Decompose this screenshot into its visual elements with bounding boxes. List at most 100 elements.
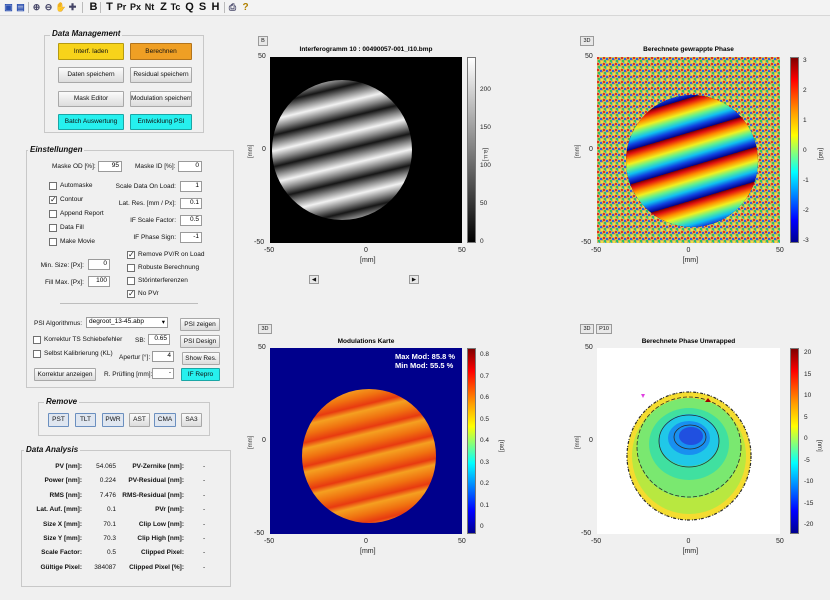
- analysis-right-label: RMS-Residual [nm]:: [122, 491, 184, 499]
- r-pruefling-input[interactable]: -: [152, 368, 174, 379]
- x-tick-label: 0: [686, 538, 691, 545]
- remove-pvr-checkbox[interactable]: ✓: [127, 251, 135, 259]
- mask-editor-button[interactable]: Mask Editor: [58, 91, 124, 107]
- save-modulation-button[interactable]: Modulation speichern: [130, 91, 192, 107]
- next-arrow-icon[interactable]: ▶: [409, 275, 419, 284]
- y-tick-label: -50: [254, 239, 265, 246]
- apertur-input[interactable]: 4: [152, 351, 174, 362]
- psi-algo-value: degroot_13-45.abp: [89, 318, 144, 325]
- psi-design-button[interactable]: PSI Design: [180, 335, 220, 348]
- toolbar-h-button[interactable]: H: [210, 1, 221, 14]
- korrektur-ts-checkbox[interactable]: [33, 336, 41, 344]
- self-calibration-checkbox[interactable]: [33, 350, 41, 358]
- show-correction-button[interactable]: Korrektur anzeigen: [34, 368, 96, 381]
- zoom-out-icon[interactable]: ⊖: [43, 1, 54, 14]
- plot4-3d-button[interactable]: 3D: [580, 324, 594, 334]
- contour-checkbox[interactable]: ✓: [49, 196, 57, 204]
- save-residual-button[interactable]: Residual speichern: [130, 67, 192, 83]
- y-tick-label: -50: [254, 530, 265, 537]
- x-tick-label: 50: [776, 247, 784, 254]
- data-management-title: Data Management: [50, 29, 123, 38]
- remove-ast-button[interactable]: AST: [129, 413, 150, 427]
- remove-cma-button[interactable]: CMA: [154, 413, 176, 427]
- if-phase-input[interactable]: -1: [180, 232, 202, 243]
- toolbar-z-button[interactable]: Z: [158, 1, 169, 14]
- plot2-3d-button[interactable]: 3D: [580, 36, 594, 46]
- apertur-label: Apertur [°]:: [119, 354, 151, 361]
- y-tick-label: 50: [258, 344, 266, 351]
- plot4-p10-button[interactable]: P10: [596, 324, 612, 334]
- sb-label: SB:: [135, 337, 146, 344]
- zoom-in-icon[interactable]: ⊕: [31, 1, 42, 14]
- make-movie-label: Make Movie: [60, 238, 96, 245]
- min-size-input[interactable]: 0: [88, 259, 110, 270]
- remove-sa3-button[interactable]: SA3: [181, 413, 202, 427]
- make-movie-checkbox[interactable]: [49, 238, 57, 246]
- psi-show-button[interactable]: PSI zeigen: [180, 318, 220, 331]
- analysis-right-label: Clipped Pixel [%]:: [129, 563, 184, 571]
- psi-algo-select[interactable]: degroot_13-45.abp ▾: [86, 317, 168, 328]
- x-tick-label: 0: [686, 247, 691, 254]
- analysis-right-value: -: [203, 520, 206, 528]
- toolbar-q-button[interactable]: Q: [184, 1, 195, 14]
- load-interferogram-button[interactable]: Interf. laden: [58, 43, 124, 60]
- mask-id-input[interactable]: 0: [178, 161, 202, 172]
- colorbar-tick-label: -2: [803, 207, 809, 214]
- x-tick-label: -50: [264, 247, 275, 254]
- no-pvr-label: No PVr: [138, 290, 159, 297]
- save-data-button[interactable]: Daten speichern: [58, 67, 124, 83]
- plot4-title: Berechnete Phase Unwrapped: [641, 338, 736, 345]
- colorbar-tick-label: 10: [804, 392, 812, 399]
- plot1-tag-button[interactable]: B: [258, 36, 268, 46]
- robust-checkbox[interactable]: [127, 264, 135, 272]
- calculate-button[interactable]: Berechnen: [130, 43, 192, 60]
- analysis-left-value: 70.1: [103, 520, 116, 528]
- open-icon[interactable]: ▣: [3, 1, 14, 14]
- toolbar-b-button[interactable]: B: [88, 1, 99, 14]
- remove-pst-button[interactable]: PST: [48, 413, 69, 427]
- batch-evaluation-button[interactable]: Batch Auswertung: [58, 114, 124, 130]
- append-report-checkbox[interactable]: [49, 210, 57, 218]
- y-tick-label: 0: [262, 146, 266, 153]
- scale-on-load-input[interactable]: 1: [180, 181, 202, 192]
- show-res-button[interactable]: Show Res.: [182, 352, 220, 365]
- data-fill-checkbox[interactable]: [49, 224, 57, 232]
- if-scale-input[interactable]: 0.5: [180, 215, 202, 226]
- analysis-left-label: Size X [mm]:: [42, 520, 82, 528]
- toolbar-pr-button[interactable]: Pr: [116, 1, 127, 14]
- pan-icon[interactable]: ✋: [55, 1, 66, 14]
- toolbar-s-button[interactable]: S: [197, 1, 208, 14]
- colorbar-tick-label: 0.1: [480, 501, 490, 509]
- save-icon[interactable]: ▤: [15, 1, 26, 14]
- y-tick-label: 0: [589, 146, 593, 153]
- remove-pwr-button[interactable]: PWR: [102, 413, 124, 427]
- analysis-left-value: 0.5: [106, 549, 116, 557]
- help-button[interactable]: ?: [240, 1, 251, 14]
- no-pvr-checkbox[interactable]: ✓: [127, 290, 135, 298]
- sb-input[interactable]: 0.65: [148, 334, 170, 345]
- psi-development-button[interactable]: Entwicklung PSI: [130, 114, 192, 130]
- screenshot-icon[interactable]: ⎙: [227, 1, 238, 14]
- toolbar-tc-button[interactable]: Tc: [170, 1, 181, 14]
- remove-tlt-button[interactable]: TLT: [75, 413, 96, 427]
- plot3-3d-button[interactable]: 3D: [258, 324, 272, 334]
- data-cursor-icon[interactable]: ✚: [67, 1, 78, 14]
- chevron-down-icon: ▾: [161, 319, 165, 326]
- y-tick-label: -50: [581, 530, 592, 537]
- lat-res-input[interactable]: 0.1: [180, 198, 202, 209]
- if-phase-label: IF Phase Sign:: [133, 234, 176, 241]
- toolbar-t-button[interactable]: T: [104, 1, 115, 14]
- y-axis-label: [mm]: [248, 144, 254, 158]
- plot4-colorbar: [790, 348, 799, 534]
- mask-od-input[interactable]: 95: [98, 161, 122, 172]
- toolbar-nt-button[interactable]: Nt: [144, 1, 155, 14]
- mask-od-label: Maske OD [%]:: [52, 163, 96, 170]
- plot3-axes: Max Mod: 85.8 % Min Mod: 55.5 %: [270, 348, 462, 534]
- fill-max-input[interactable]: 100: [88, 276, 110, 287]
- previous-arrow-icon[interactable]: ◀: [309, 275, 319, 284]
- automask-checkbox[interactable]: [49, 182, 57, 190]
- min-mod-text: Min Mod: 55.5 %: [395, 361, 454, 370]
- toolbar-px-button[interactable]: Px: [130, 1, 141, 14]
- stoer-checkbox[interactable]: [127, 277, 135, 285]
- if-repro-button[interactable]: IF Repro: [181, 368, 220, 381]
